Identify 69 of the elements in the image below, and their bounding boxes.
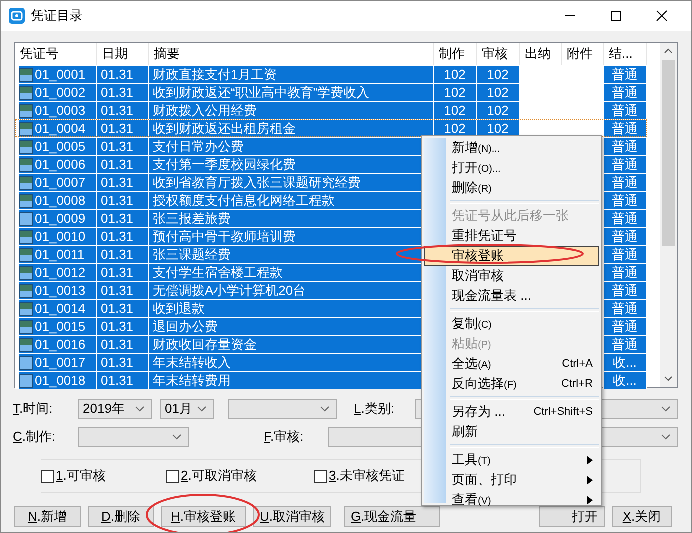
table-cell: 普通 [604,120,647,137]
table-cell: 普通 [604,300,647,317]
table-cell: 普通 [604,318,647,335]
table-cell: 01_0012 [35,264,86,281]
table-cell: 01_0004 [35,120,86,137]
table-cell: 普通 [604,210,647,227]
table-cell: 102 [434,66,477,83]
table-cell: 普通 [604,84,647,101]
table-cell: 01.31 [97,120,149,137]
table-cell: 01_0005 [35,138,86,155]
table-cell: 收... [604,372,647,389]
table-cell: 01.31 [97,264,149,281]
table-cell: 普通 [604,282,647,299]
table-cell: 01.31 [97,300,149,317]
table-cell: 01_0010 [35,228,86,245]
table-cell: 01_0016 [35,336,86,353]
table-cell: 01_0007 [35,174,86,191]
table-cell: 01_0018 [35,372,86,389]
table-cell: 普通 [604,228,647,245]
table-cell: 普通 [604,66,647,83]
window-title: 凭证目录 [31,7,83,25]
table-cell: 01.31 [97,156,149,173]
table-cell: 01.31 [97,246,149,263]
table-cell: 01.31 [97,192,149,209]
maker-label: C.制作: [13,428,57,446]
table-cell: 01_0014 [35,300,86,317]
table-cell: 收... [604,354,647,371]
table-cell: 01_0003 [35,102,86,119]
category-label: L.类别: [354,400,396,418]
table-cell: 财政直接支付1月工资 [149,66,434,83]
table-cell: 01_0002 [35,84,86,101]
reviewer-label: F.审核: [264,428,305,446]
table-cell: 普通 [604,156,647,173]
table-cell: 01_0001 [35,66,86,83]
table-cell: 普通 [604,102,647,119]
table-cell: 102 [477,84,520,101]
table-cell: 01.31 [97,336,149,353]
table-cell: 01_0015 [35,318,86,335]
table-cell: 01.31 [97,138,149,155]
table-cell: 01.31 [97,210,149,227]
table-cell: 01.31 [97,354,149,371]
table-cell: 01.31 [97,66,149,83]
table-cell: 普通 [604,264,647,281]
table-cell: 102 [477,102,520,119]
table-cell: 102 [434,84,477,101]
table-cell: 01.31 [97,372,149,389]
table-cell: 102 [477,66,520,83]
table-cell: 普通 [604,246,647,263]
table-cell: 收到财政返还“职业高中教育”学费收入 [149,84,434,101]
table-cell: 01_0011 [35,246,85,263]
table-cell: 01.31 [97,228,149,245]
table-cell: 102 [434,102,477,119]
table-cell: 01_0009 [35,210,86,227]
table-cell: 普通 [604,192,647,209]
table-cell: 01_0013 [35,282,86,299]
table-cell: 01.31 [97,84,149,101]
table-cell: 01.31 [97,102,149,119]
table-cell: 普通 [604,138,647,155]
table-cell: 收到财政返还出租房租金 [149,120,434,137]
table-cell: 01_0008 [35,192,86,209]
table-cell: 普通 [604,174,647,191]
table-cell: 普通 [604,336,647,353]
table-cell: 01_0017 [35,354,86,371]
table-cell: 01.31 [97,282,149,299]
table-cell: 01.31 [97,318,149,335]
time-label: T.时间: [13,400,54,418]
table-cell: 01.31 [97,174,149,191]
table-cell: 01_0006 [35,156,86,173]
table-cell: 财政拨入公用经费 [149,102,434,119]
